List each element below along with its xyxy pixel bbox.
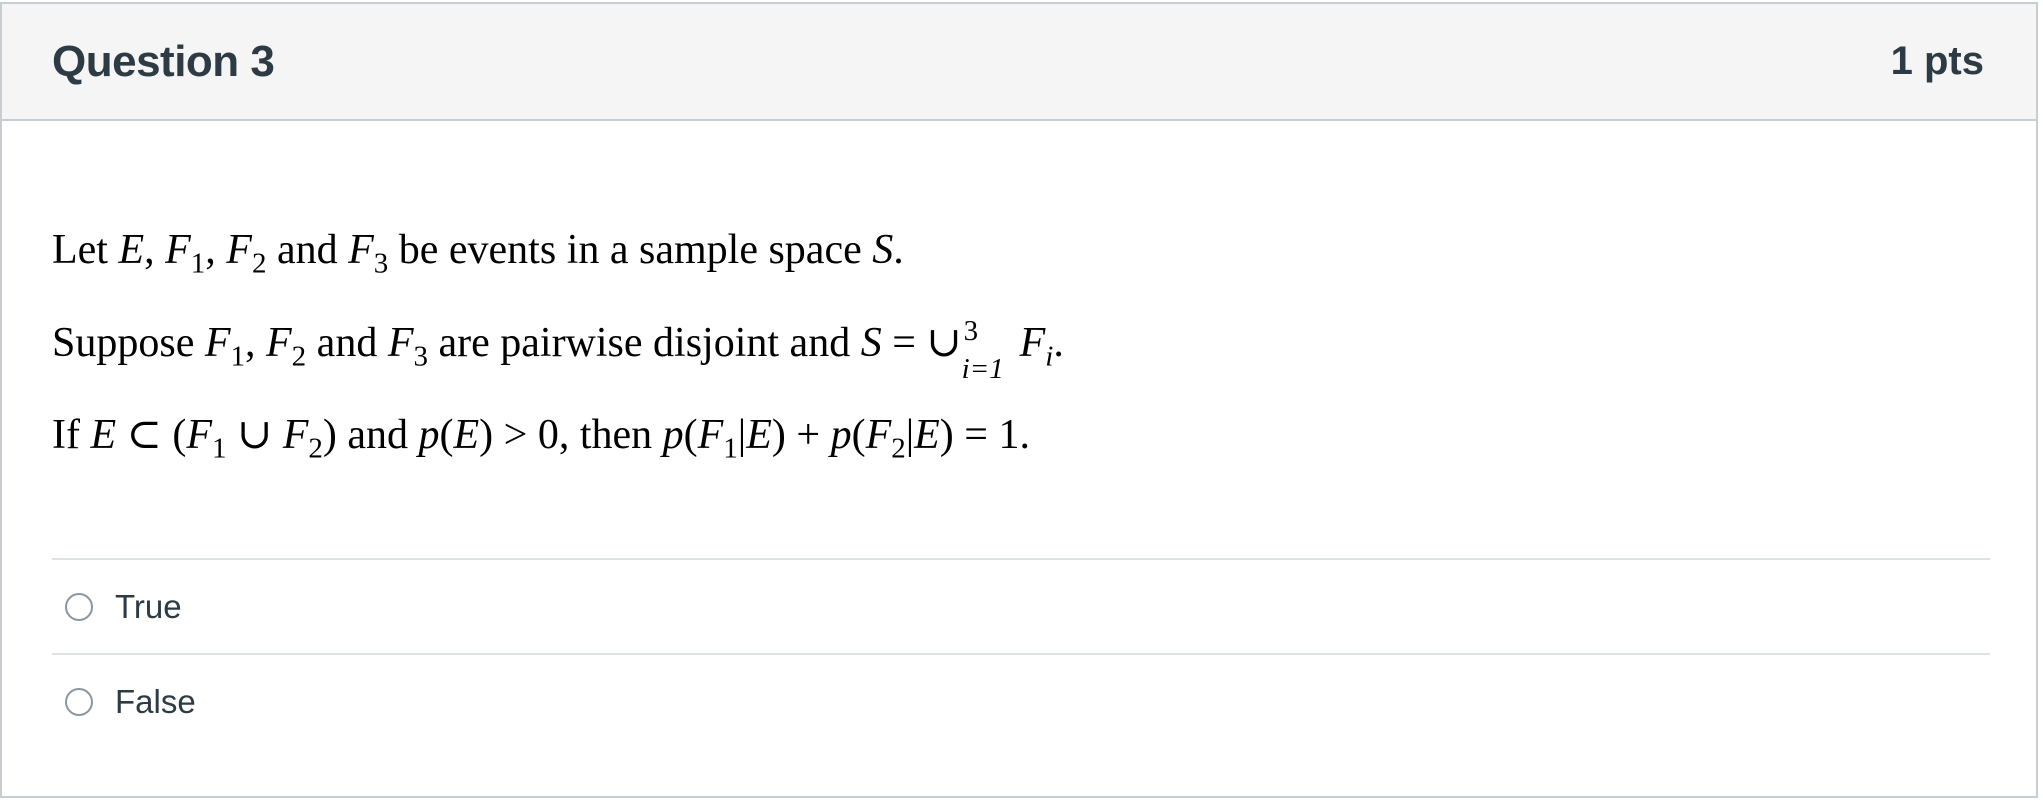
question-title: Question 3 [52,36,275,86]
answer-option-false[interactable]: False [52,653,1990,748]
radio-button-false[interactable] [65,687,93,716]
answer-list: True False [52,558,1990,748]
question-header: Question 3 1 pts [2,4,2036,121]
question-statement-line-3: If E ⊂ (F1 ∪ F2) and p(E) > 0, then p(F1… [52,412,1030,465]
answer-label-true[interactable]: True [115,588,182,626]
question-points: 1 pts [1890,39,1984,83]
question-statement-line-2: Suppose F1, F2 and F3 are pairwise disjo… [52,315,1064,385]
union-limits: 3 i=1 [961,315,1004,385]
question-statement-line-1: Let E, F1, F2 and F3 be events in a samp… [52,227,904,280]
answer-option-true[interactable]: True [52,558,1990,653]
radio-button-true[interactable] [65,592,93,621]
answer-label-false[interactable]: False [115,683,196,721]
question-card: Question 3 1 pts Let E, F1, F2 and F3 be… [0,2,2038,798]
